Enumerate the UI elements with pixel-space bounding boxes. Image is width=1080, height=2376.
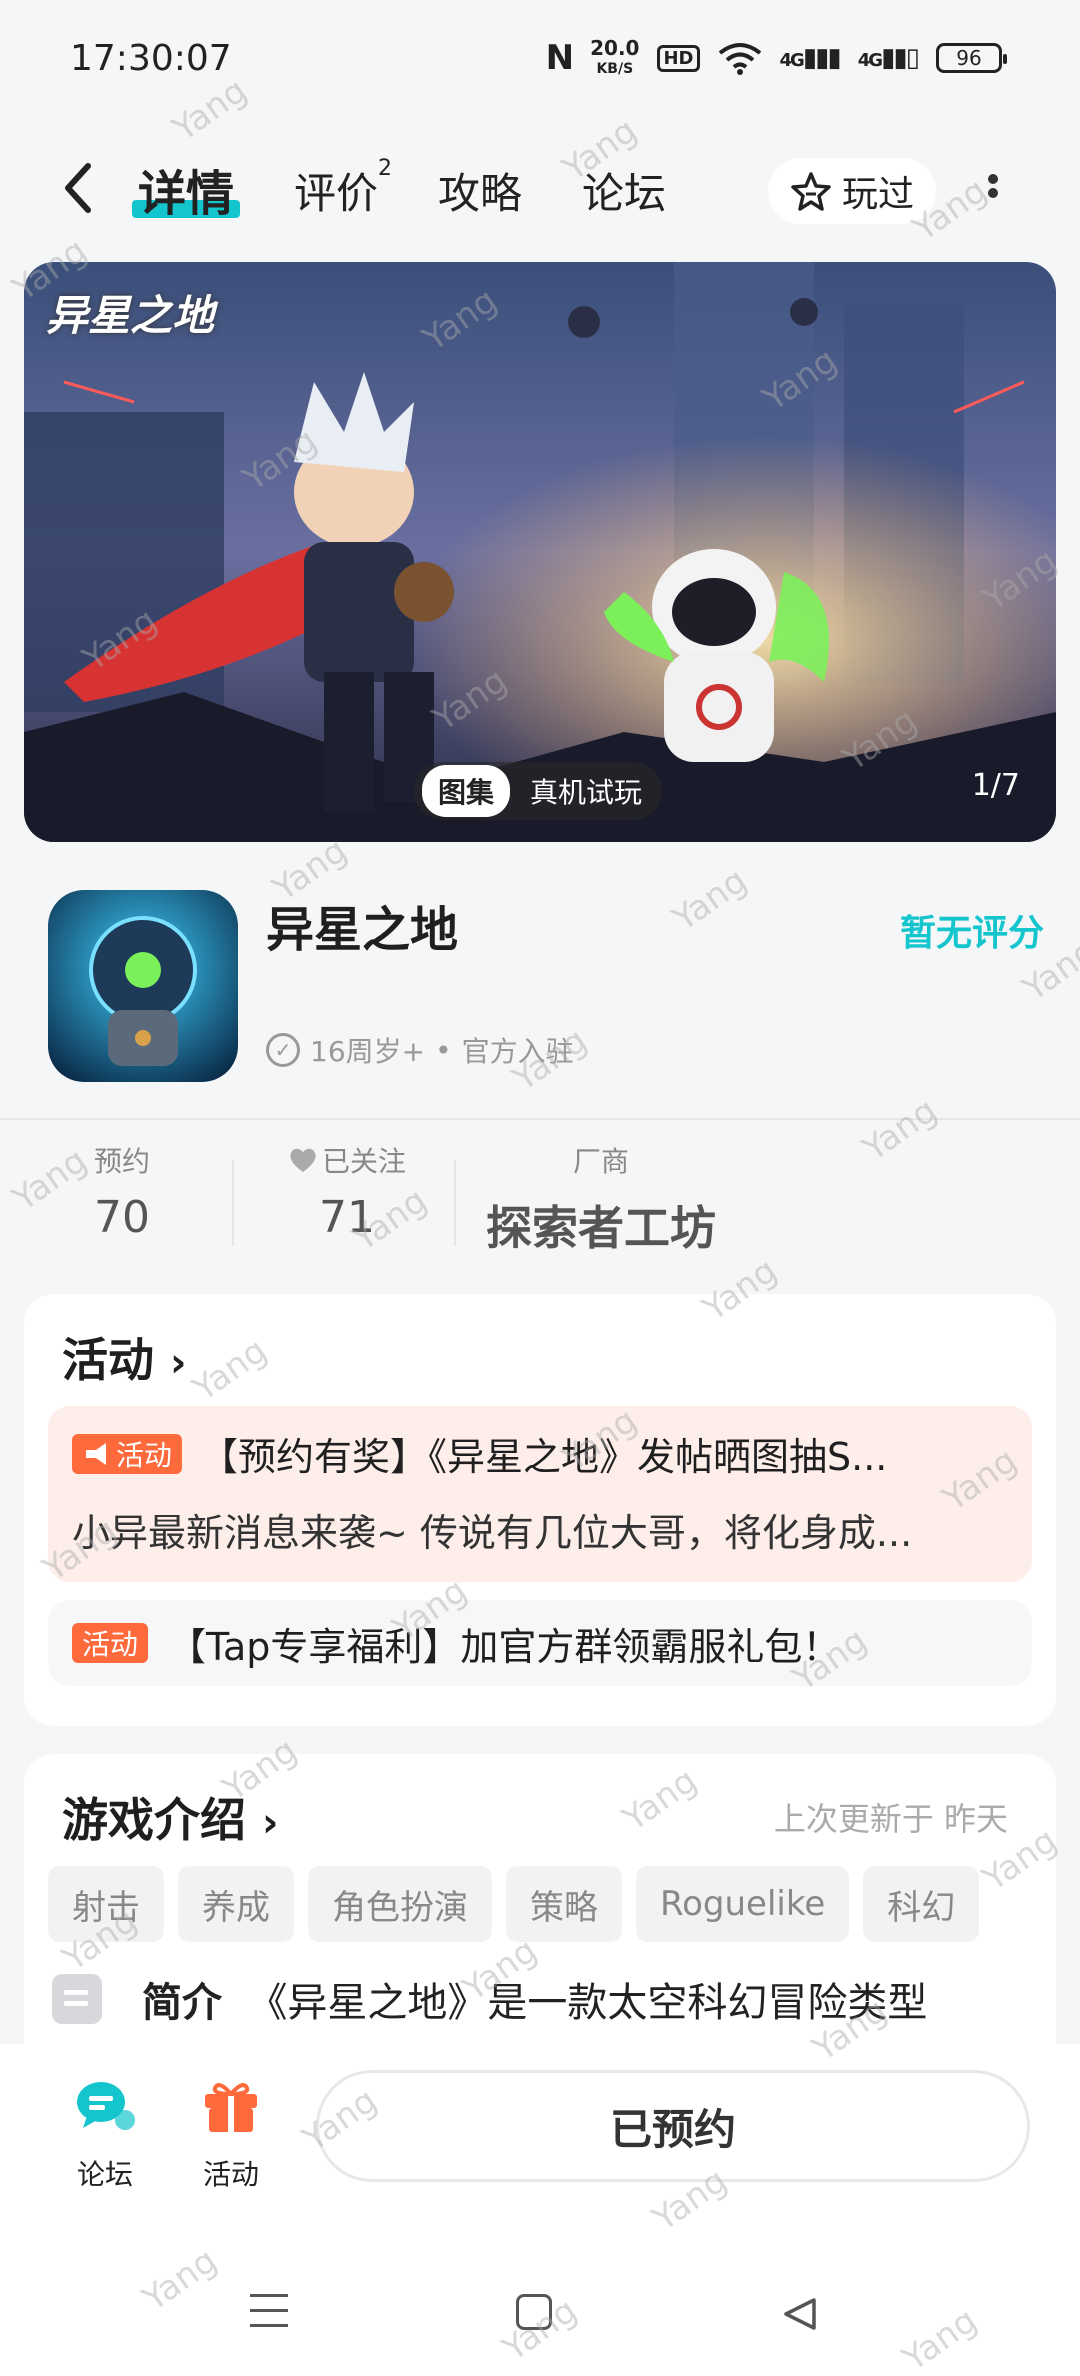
media-carousel[interactable]: 异星之地 图集 真机试玩 1/7 [24, 262, 1056, 842]
stat-vendor[interactable]: 厂商 探索者工坊 [476, 1140, 726, 1258]
intro-section-title[interactable]: 游戏介绍 › [62, 1784, 279, 1850]
menu-line-icon [250, 2309, 288, 2312]
tab-reviews[interactable]: 评价 2 [294, 156, 392, 221]
chevron-left-icon [65, 163, 91, 213]
status-icons: N 20.0 KB/S HD 4G▮▮▮ 4G▮▮▯ 96 [545, 35, 1007, 78]
star-icon [791, 172, 831, 211]
game-artwork-image [24, 262, 1056, 842]
vendor-name: 探索者工坊 [486, 1201, 716, 1255]
tab-details[interactable]: 详情 [132, 154, 241, 224]
carousel-pager: 1/7 [971, 768, 1020, 803]
tag-list: 射击 养成 角色扮演 策略 Roguelike 科幻 [48, 1866, 980, 1942]
activity-badge: 活动 [72, 1433, 183, 1474]
official-label: 官方入驻 [461, 1035, 574, 1068]
status-time: 17:30:07 [70, 38, 232, 79]
activity-item[interactable]: 活动 【预约有奖】《异星之地》发帖晒图抽S... 小异最新消息来袭~ 传说有几位… [48, 1406, 1032, 1582]
summary-text: 《异星之地》是一款太空科幻冒险类型 [247, 1980, 928, 2026]
reserved-button[interactable]: 已预约 [316, 2070, 1030, 2182]
activity-headline: 【Tap专享福利】加官方群领霸服礼包！ [168, 1624, 841, 1669]
chevron-right-icon: › [170, 1340, 187, 1386]
activity-section-title[interactable]: 活动 › [62, 1324, 187, 1390]
status-bar: 17:30:07 N 20.0 KB/S HD 4G▮▮▮ 4G▮▮▯ 96 [0, 0, 1080, 120]
last-updated: 上次更新于 昨天 [773, 1800, 1008, 1838]
intro-summary[interactable]: 简介 《异星之地》是一款太空科幻冒险类型 [52, 1970, 927, 2028]
signal-icon-1: 4G▮▮▮ [779, 43, 842, 73]
divider [0, 1118, 1080, 1120]
meta-separator: • [435, 1033, 452, 1067]
wifi-icon [718, 43, 761, 75]
network-speed-value: 20.0 [590, 35, 640, 60]
menu-line-icon [250, 2294, 288, 2297]
stat-label: 已关注 [321, 1145, 406, 1178]
tab-forum[interactable]: 论坛 [582, 160, 666, 221]
system-back-button[interactable] [780, 2294, 820, 2334]
system-recent-apps-button[interactable] [250, 2294, 288, 2330]
back-button[interactable] [58, 160, 108, 220]
menu-line-icon [250, 2324, 288, 2327]
gift-icon [205, 2083, 257, 2132]
review-count-badge: 2 [378, 156, 393, 181]
document-icon [52, 1974, 102, 2024]
game-app-icon [48, 890, 238, 1082]
activity-item[interactable]: 活动 【Tap专享福利】加官方群领霸服礼包！ [48, 1600, 1032, 1686]
activity-card: 活动 › 活动 【预约有奖】《异星之地》发帖晒图抽S... 小异最新消息来袭~ … [24, 1294, 1056, 1726]
tag[interactable]: 策略 [506, 1866, 622, 1942]
stat-value: 70 [94, 1192, 150, 1243]
heart-icon [290, 1148, 316, 1172]
gallery-switcher[interactable]: 图集 真机试玩 [414, 762, 663, 820]
chevron-right-icon: › [262, 1800, 279, 1846]
tab-guides[interactable]: 攻略 [438, 160, 522, 221]
stat-label: 厂商 [572, 1145, 629, 1178]
stat-value: 71 [319, 1192, 375, 1243]
check-circle-icon: ✓ [266, 1033, 300, 1067]
activity-headline: 【预约有奖】《异星之地》发帖晒图抽S... [200, 1435, 888, 1479]
tag[interactable]: 射击 [48, 1866, 164, 1942]
system-home-button[interactable] [516, 2294, 552, 2330]
forum-shortcut[interactable]: 论坛 [60, 2076, 150, 2193]
activity-label: 活动 [202, 2158, 259, 2191]
activity-shortcut[interactable]: 活动 [186, 2076, 276, 2193]
divider [232, 1160, 234, 1246]
gallery-tab[interactable]: 图集 [422, 765, 511, 817]
trial-tab[interactable]: 真机试玩 [530, 771, 642, 811]
game-intro-card: 游戏介绍 › 上次更新于 昨天 射击 养成 角色扮演 策略 Roguelike … [24, 1754, 1056, 2074]
more-dot-icon [988, 174, 998, 184]
stat-label: 预约 [93, 1145, 150, 1178]
age-rating[interactable]: 16周岁+ [310, 1030, 425, 1070]
signal-icon-2: 4G▮▮▯ [857, 43, 920, 73]
network-speed-unit: KB/S [596, 60, 634, 77]
summary-label: 简介 [142, 1980, 222, 2026]
megaphone-icon [86, 1442, 106, 1465]
stats-row: 预约 70 已关注 71 厂商 探索者工坊 [0, 1140, 1080, 1260]
rating-text: 暂无评分 [899, 913, 1044, 954]
watermark: Yang [665, 860, 755, 940]
activity-description: 小异最新消息来袭~ 传说有几位大哥，将化身成... [72, 1511, 913, 1555]
forum-label: 论坛 [76, 2158, 133, 2191]
tag[interactable]: 科幻 [863, 1866, 980, 1942]
tag[interactable]: 角色扮演 [308, 1866, 492, 1942]
activity-badge: 活动 [72, 1623, 149, 1663]
tag[interactable]: Roguelike [636, 1866, 850, 1942]
forum-chat-icon [77, 2082, 135, 2130]
more-dot-icon [988, 188, 998, 198]
played-button[interactable]: 玩过 [768, 158, 936, 224]
game-logo: 异星之地 [46, 291, 215, 340]
stat-follows[interactable]: 已关注 71 [272, 1140, 422, 1243]
nfc-icon: N [545, 38, 575, 78]
battery-icon: 96 [936, 43, 1007, 73]
tag[interactable]: 养成 [178, 1866, 294, 1942]
game-title: 异星之地 [266, 902, 459, 958]
more-options-button[interactable] [978, 174, 1008, 208]
top-nav: 详情 评价 2 攻略 论坛 玩过 [0, 140, 1080, 240]
hd-icon: HD [657, 44, 700, 72]
triangle-back-icon [784, 2298, 816, 2330]
game-meta: ✓ 16周岁+ • 官方入驻 [266, 1030, 574, 1070]
bottom-action-bar: 论坛 活动 已预约 [0, 2044, 1080, 2376]
stat-reservations: 预约 70 [82, 1140, 162, 1243]
network-speed: 20.0 KB/S [590, 35, 640, 78]
divider [454, 1160, 456, 1246]
